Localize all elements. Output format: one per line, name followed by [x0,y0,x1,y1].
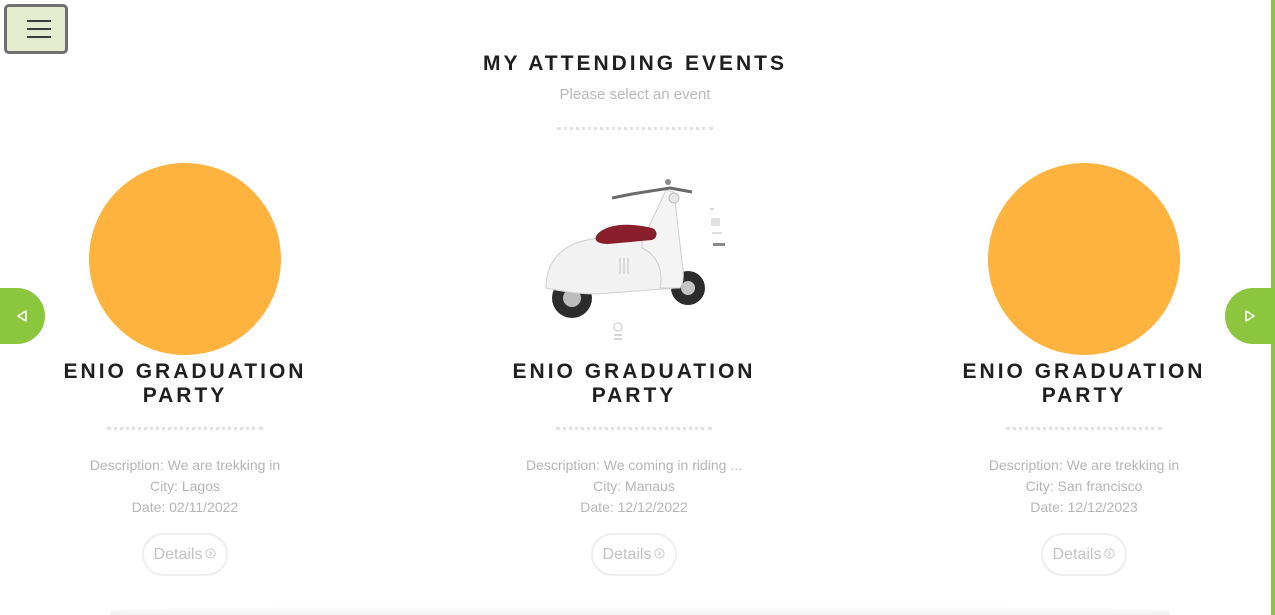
event-title: ENIO GRADUATION PARTY [962,360,1206,407]
page: MY ATTENDING EVENTS Please select an eve… [0,0,1275,615]
event-date: Date: 02/11/2022 [131,499,239,515]
title-divider [557,127,713,130]
event-title: ENIO GRADUATION PARTY [63,360,307,407]
circle-chevron-right-icon [205,548,217,559]
event-title: ENIO GRADUATION PARTY [512,360,756,407]
event-date: Date: 12/12/2023 [1030,499,1138,515]
event-date: Date: 12/12/2022 [580,499,688,515]
event-city: City: Manaus [593,478,675,494]
event-description: Description: We coming in riding ... [525,457,743,473]
page-subtitle: Please select an event [559,86,711,103]
card-divider [1006,427,1162,430]
card-divider [107,427,263,430]
details-button[interactable]: Details [1041,533,1127,576]
details-label: Details [1052,546,1102,563]
event-card: ENIO GRADUATION PARTY Description: We co… [484,160,784,600]
details-button[interactable]: Details [591,533,677,576]
details-label: Details [602,546,652,563]
card-divider [556,427,712,430]
circle-chevron-right-icon [654,548,666,559]
event-card: ENIO GRADUATION PARTY Description: We ar… [35,160,335,600]
event-image-scooter [545,179,725,340]
details-label: Details [153,546,203,563]
right-edge-accent [1271,0,1275,615]
event-city: City: San francisco [1025,478,1143,494]
section-bottom-shadow [110,606,1170,615]
triangle-right-icon [1245,310,1255,322]
page-title: MY ATTENDING EVENTS [483,52,787,75]
event-image-placeholder [89,163,281,355]
menu-button[interactable] [4,4,68,54]
event-image-placeholder [988,163,1180,355]
circle-chevron-right-icon [1104,548,1116,559]
triangle-left-icon [17,310,27,322]
event-city: City: Lagos [149,478,221,494]
event-card: ENIO GRADUATION PARTY Description: We ar… [934,160,1234,600]
event-description: Description: We are trekking in [988,457,1180,473]
details-button[interactable]: Details [142,533,228,576]
event-description: Description: We are trekking in [89,457,281,473]
